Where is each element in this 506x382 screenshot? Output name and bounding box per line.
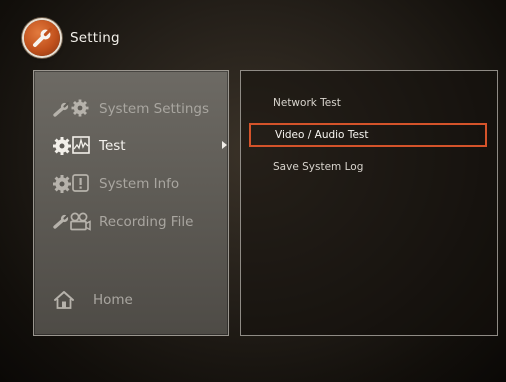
submenu-panel: Network Test Video / Audio Test Save Sys…	[240, 70, 498, 336]
page-title: Setting	[70, 30, 120, 46]
submenu-item-save-system-log[interactable]: Save System Log	[249, 156, 487, 180]
gear-info-icon	[52, 172, 98, 196]
sidebar-item-system-info[interactable]: System Info	[52, 171, 228, 197]
sidebar-item-label: Recording File	[99, 214, 194, 230]
sidebar-item-test[interactable]: Test	[52, 133, 228, 159]
sidebar-item-label: Home	[93, 292, 133, 308]
sidebar-item-system-settings[interactable]: System Settings	[52, 96, 228, 122]
sidebar-menu: System Settings Test System Info Recordi…	[33, 70, 229, 336]
sidebar-item-recording-file[interactable]: Recording File	[52, 209, 228, 235]
wrench-icon	[24, 20, 60, 56]
submenu-item-network-test[interactable]: Network Test	[249, 92, 487, 116]
sidebar-item-label: Test	[99, 138, 126, 154]
home-icon	[52, 288, 92, 312]
sidebar-item-home[interactable]: Home	[52, 287, 228, 313]
gear-chart-icon	[52, 134, 98, 158]
submenu-arrow-icon	[222, 141, 227, 149]
sidebar-item-label: System Info	[99, 176, 180, 192]
sidebar-item-label: System Settings	[99, 101, 210, 117]
header-bar: Setting	[0, 0, 506, 62]
submenu-item-video-audio-test[interactable]: Video / Audio Test	[249, 123, 487, 147]
wrench-gear-icon	[52, 97, 98, 121]
settings-screen: Setting System Settings Test System Info…	[0, 0, 506, 382]
wrench-camera-icon	[52, 210, 98, 234]
